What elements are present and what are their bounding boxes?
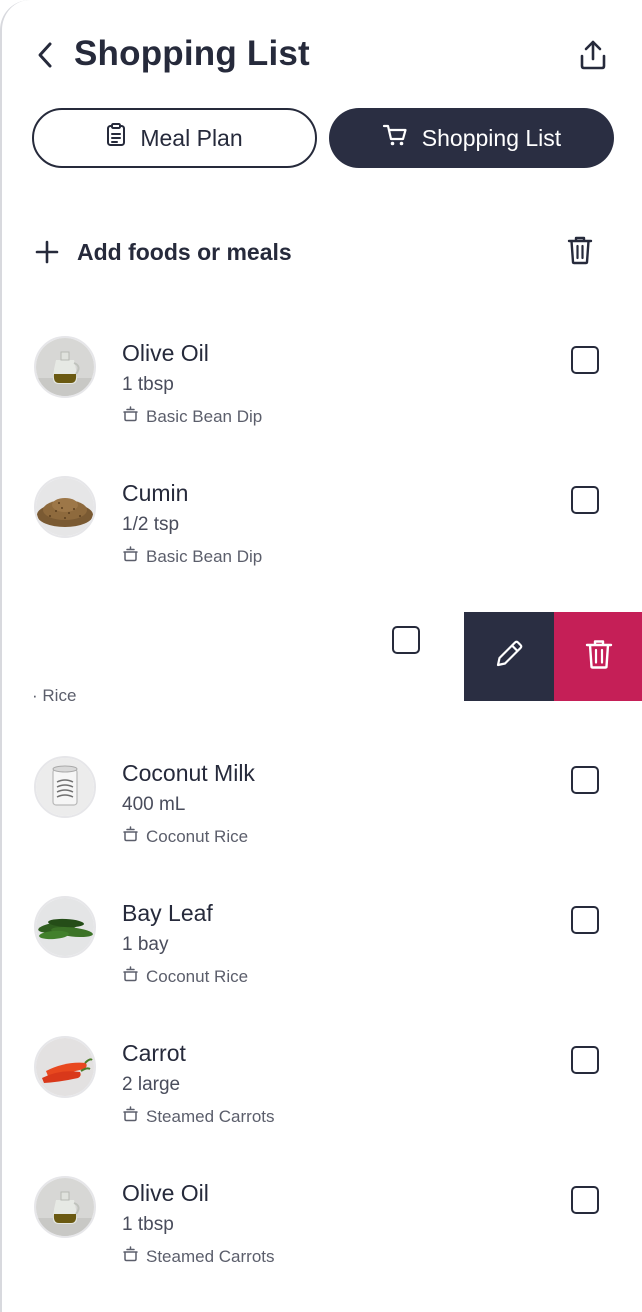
item-meal-label: Basic Bean Dip (146, 406, 263, 426)
list-item[interactable]: Bay Leaf 1 bay Coconut Rice (2, 896, 642, 1016)
list-item[interactable]: Coconut Milk 400 mL Coconut Rice (2, 756, 642, 876)
item-meal-label: Coconut Rice (146, 966, 249, 986)
tab-meal-plan-label: Meal Plan (140, 124, 243, 151)
pot-icon (122, 1246, 139, 1267)
item-quantity: 1 bay (122, 934, 169, 955)
item-name: Bay Leaf (122, 900, 213, 926)
item-meal: Steamed Carrots (122, 1246, 275, 1267)
shopping-list-screen: Shopping List Meal Plan Shopping List Ad… (0, 0, 642, 1312)
item-checkbox[interactable] (571, 1186, 599, 1214)
pot-icon (122, 826, 139, 847)
item-meal: Coconut Rice (122, 826, 248, 847)
item-meal-label: Steamed Carrots (146, 1106, 275, 1126)
item-meal: Basic Bean Dip (122, 546, 262, 567)
trash-icon (567, 235, 593, 270)
item-name: Olive Oil (122, 340, 209, 366)
pot-icon (122, 406, 139, 427)
item-meal-label: Steamed Carrots (146, 1246, 275, 1266)
cart-icon (382, 123, 408, 153)
item-meal-label: Basic Bean Dip (146, 546, 263, 566)
tab-shopping-list[interactable]: Shopping List (329, 108, 614, 168)
list-item[interactable]: Carrot 2 large Steamed Carrots (2, 1036, 642, 1156)
share-button[interactable] (576, 38, 610, 76)
item-meal: Steamed Carrots (122, 1106, 275, 1127)
item-checkbox[interactable] (571, 766, 599, 794)
item-quantity: 400 mL (122, 794, 186, 815)
item-quantity: 1 tbsp (122, 374, 174, 395)
plus-icon (32, 237, 62, 267)
clipboard-icon (106, 123, 126, 153)
item-name: Olive Oil (122, 1180, 209, 1206)
item-meal-label: Coconut Rice (146, 826, 249, 846)
item-name: Cumin (122, 480, 189, 506)
edit-item-button[interactable] (464, 612, 554, 701)
pot-icon (122, 966, 139, 987)
delete-item-button[interactable] (554, 612, 642, 701)
clear-list-button[interactable] (562, 234, 598, 270)
item-name: Carrot (122, 1040, 186, 1066)
add-foods-row[interactable]: Add foods or meals (32, 226, 614, 278)
item-meal: Coconut Rice (122, 966, 248, 987)
list-item[interactable]: Olive Oil 1 tbsp Steamed Carrots (2, 1176, 642, 1296)
coconut-milk-image (34, 756, 96, 818)
add-foods-label: Add foods or meals (77, 238, 292, 265)
item-meal-label: · Rice (32, 686, 77, 705)
olive-oil-image (34, 336, 96, 398)
olive-oil-image (34, 1176, 96, 1238)
bay-leaf-image (34, 896, 96, 958)
item-checkbox[interactable] (571, 906, 599, 934)
item-quantity: 1/2 tsp (122, 514, 180, 535)
item-name: Coconut Milk (122, 760, 255, 786)
swiped-list-item[interactable]: · Rice (2, 612, 642, 705)
trash-icon (585, 638, 613, 675)
item-checkbox[interactable] (392, 626, 420, 654)
item-quantity: 1 tbsp (122, 1214, 174, 1235)
tab-shopping-list-label: Shopping List (421, 124, 562, 151)
pencil-icon (493, 638, 525, 675)
item-checkbox[interactable] (571, 486, 599, 514)
chevron-left-icon (36, 41, 54, 74)
pot-icon (122, 546, 139, 567)
cumin-image (34, 476, 96, 538)
item-quantity: 2 large (122, 1074, 181, 1095)
list-item[interactable]: Cumin 1/2 tsp Basic Bean Dip (2, 476, 642, 596)
item-checkbox[interactable] (571, 1046, 599, 1074)
tab-meal-plan[interactable]: Meal Plan (32, 108, 317, 168)
page-title: Shopping List (74, 34, 310, 73)
back-button[interactable] (30, 40, 60, 74)
share-icon (579, 39, 607, 76)
item-checkbox[interactable] (571, 346, 599, 374)
item-meal: Basic Bean Dip (122, 406, 262, 427)
header: Shopping List (2, 28, 642, 88)
carrot-image (34, 1036, 96, 1098)
list-item[interactable]: Olive Oil 1 tbsp Basic Bean Dip (2, 336, 642, 456)
pot-icon (122, 1106, 139, 1127)
